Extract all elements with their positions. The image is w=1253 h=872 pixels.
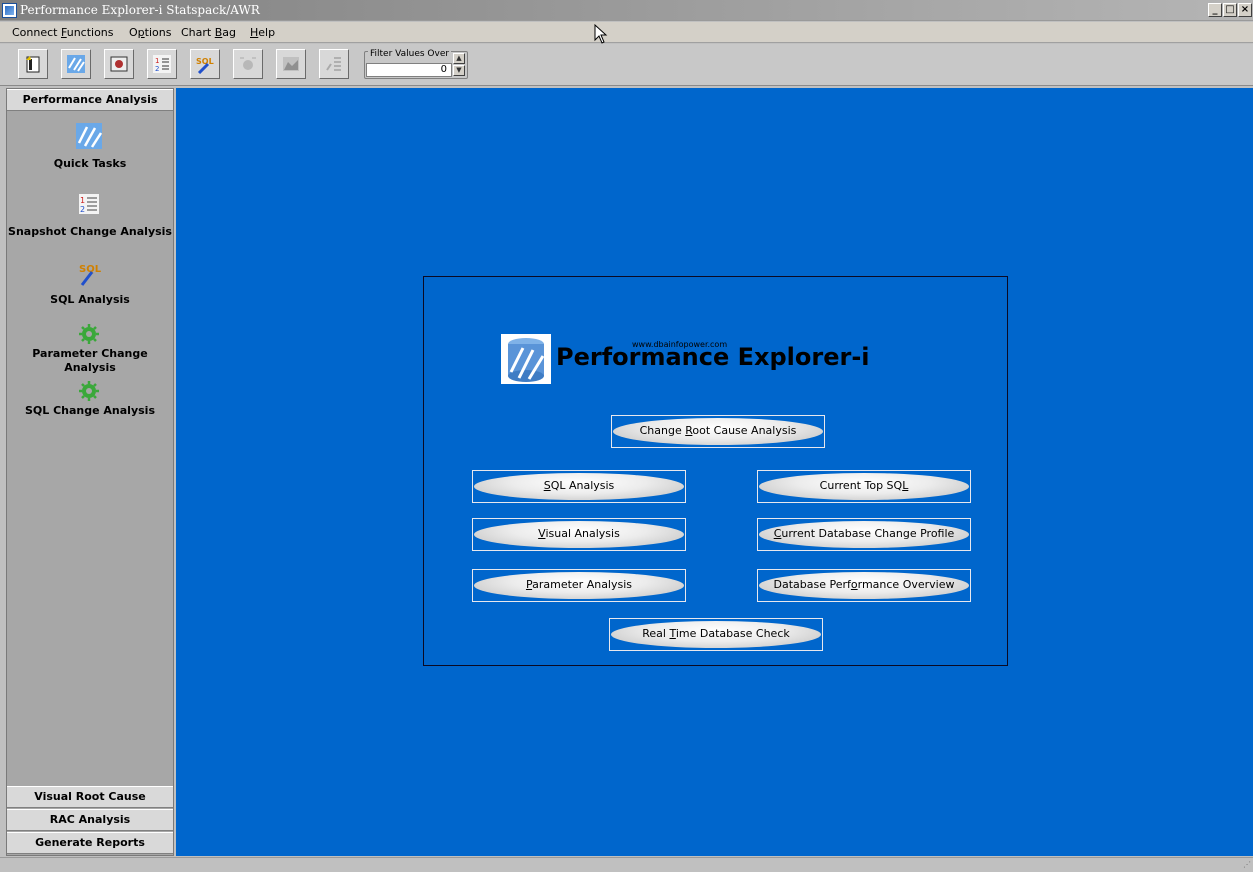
menu-help[interactable]: Help (250, 26, 275, 39)
snapshot-change-icon: 12 (153, 55, 171, 73)
button-label: Visual Analysis (538, 527, 620, 540)
svg-text:SQL: SQL (196, 57, 214, 66)
filter-value-input[interactable]: 0 (366, 63, 452, 77)
sql-analysis-button[interactable]: SQL (190, 49, 220, 79)
svg-text:1: 1 (155, 57, 159, 65)
button-label: SQL Analysis (543, 479, 615, 492)
svg-text:1: 1 (80, 196, 85, 205)
chart-button[interactable] (276, 49, 306, 79)
database-performance-overview-button[interactable]: Database Performance Overview (757, 569, 971, 602)
sidebar-item-label: Quick Tasks (53, 157, 127, 170)
spin-down-icon[interactable]: ▼ (453, 65, 465, 76)
svg-text:2: 2 (80, 205, 85, 214)
snapshot-icon (110, 56, 128, 72)
sql-analysis-icon: SQL (196, 57, 214, 74)
logo-title: Performance Explorer-i (556, 343, 870, 371)
app-icon[interactable] (2, 3, 17, 18)
current-top-sql-button[interactable]: Current Top SQL (757, 470, 971, 503)
chart-icon (283, 57, 299, 71)
minimize-button[interactable]: _ (1208, 3, 1222, 17)
sidebar-section-rac-analysis[interactable]: RAC Analysis (7, 809, 173, 831)
gear-icon (79, 324, 99, 344)
gear-icon (79, 381, 99, 401)
status-bar: ⋰ (0, 857, 1253, 872)
window-title: Performance Explorer-i Statspack/AWR (20, 3, 260, 17)
button-label: Real Time Database Check (642, 627, 790, 640)
quick-tasks-button[interactable] (61, 49, 91, 79)
button-label: Current Top SQL (819, 479, 909, 492)
compare-icon (326, 57, 341, 71)
sidebar-item-sql-change-analysis[interactable]: SQL Change Analysis (7, 372, 173, 434)
sidebar-item-label: Parameter Change Analysis (32, 347, 148, 374)
toolbar: 12 SQL (0, 44, 1253, 86)
resize-grip-icon[interactable]: ⋰ (1241, 860, 1251, 870)
sidebar-item-snapshot-change-analysis[interactable]: 12 Snapshot Change Analysis (7, 185, 173, 247)
mouse-cursor-icon (594, 24, 608, 44)
button-label: Database Performance Overview (773, 578, 955, 591)
current-database-change-profile-button[interactable]: Current Database Change Profile (757, 518, 971, 551)
sidebar-item-label: Snapshot Change Analysis (8, 225, 172, 238)
sidebar-item-label: SQL Change Analysis (24, 404, 155, 417)
spin-up-icon[interactable]: ▲ (453, 53, 465, 64)
snapshot-change-button[interactable]: 12 (147, 49, 177, 79)
sidebar-item-quick-tasks[interactable]: Quick Tasks (7, 117, 173, 179)
real-time-database-check-button[interactable]: Real Time Database Check (609, 618, 823, 651)
button-label: Change Root Cause Analysis (639, 424, 797, 437)
menu-chart-bag[interactable]: Chart Bag (181, 26, 236, 39)
sidebar-item-sql-analysis[interactable]: SQL SQL Analysis (7, 253, 173, 315)
button-label: Parameter Analysis (525, 578, 633, 591)
app-window: Performance Explorer-i Statspack/AWR _ □… (0, 0, 1253, 872)
menu-connect-functions[interactable]: Connect Functions (12, 26, 114, 39)
filter-label: Filter Values Over (368, 49, 452, 60)
sql-icon: SQL (79, 264, 102, 286)
sidebar-item-parameter-change-analysis[interactable]: Parameter Change Analysis (7, 315, 173, 377)
sidebar-section-generate-reports[interactable]: Generate Reports (7, 832, 173, 854)
menu-options[interactable]: Options (129, 26, 171, 39)
performance-explorer-logo-icon (501, 334, 551, 384)
parameter-analysis-button[interactable]: Parameter Analysis (472, 569, 686, 602)
svg-text:2: 2 (155, 65, 159, 73)
sql-analysis-button[interactable]: SQL Analysis (472, 470, 686, 503)
menu-bar: Connect Functions Options Chart Bag Help (0, 22, 1253, 43)
maximize-button[interactable]: □ (1223, 3, 1237, 17)
record-icon (240, 57, 256, 70)
visual-analysis-button[interactable]: Visual Analysis (472, 518, 686, 551)
new-connection-icon (26, 56, 40, 73)
sidebar-item-label: SQL Analysis (50, 293, 130, 306)
snapshot-button[interactable] (104, 49, 134, 79)
sidebar-header-performance-analysis[interactable]: Performance Analysis (7, 89, 173, 111)
new-connection-button[interactable] (18, 49, 48, 79)
sidebar: Performance Analysis Quick Tasks 12 Snap… (6, 88, 174, 856)
quick-tasks-icon (67, 55, 85, 73)
quick-tasks-icon (76, 123, 103, 149)
sidebar-section-visual-root-cause-analysis[interactable]: Visual Root Cause Analysis (7, 786, 173, 823)
snapshot-change-icon: 12 (79, 194, 99, 214)
title-bar[interactable]: Performance Explorer-i Statspack/AWR _ □… (0, 0, 1253, 21)
record-button[interactable] (233, 49, 263, 79)
change-root-cause-analysis-button[interactable]: Change Root Cause Analysis (611, 415, 825, 448)
close-button[interactable]: × (1238, 3, 1252, 17)
compare-button[interactable] (319, 49, 349, 79)
button-label: Current Database Change Profile (773, 527, 955, 540)
